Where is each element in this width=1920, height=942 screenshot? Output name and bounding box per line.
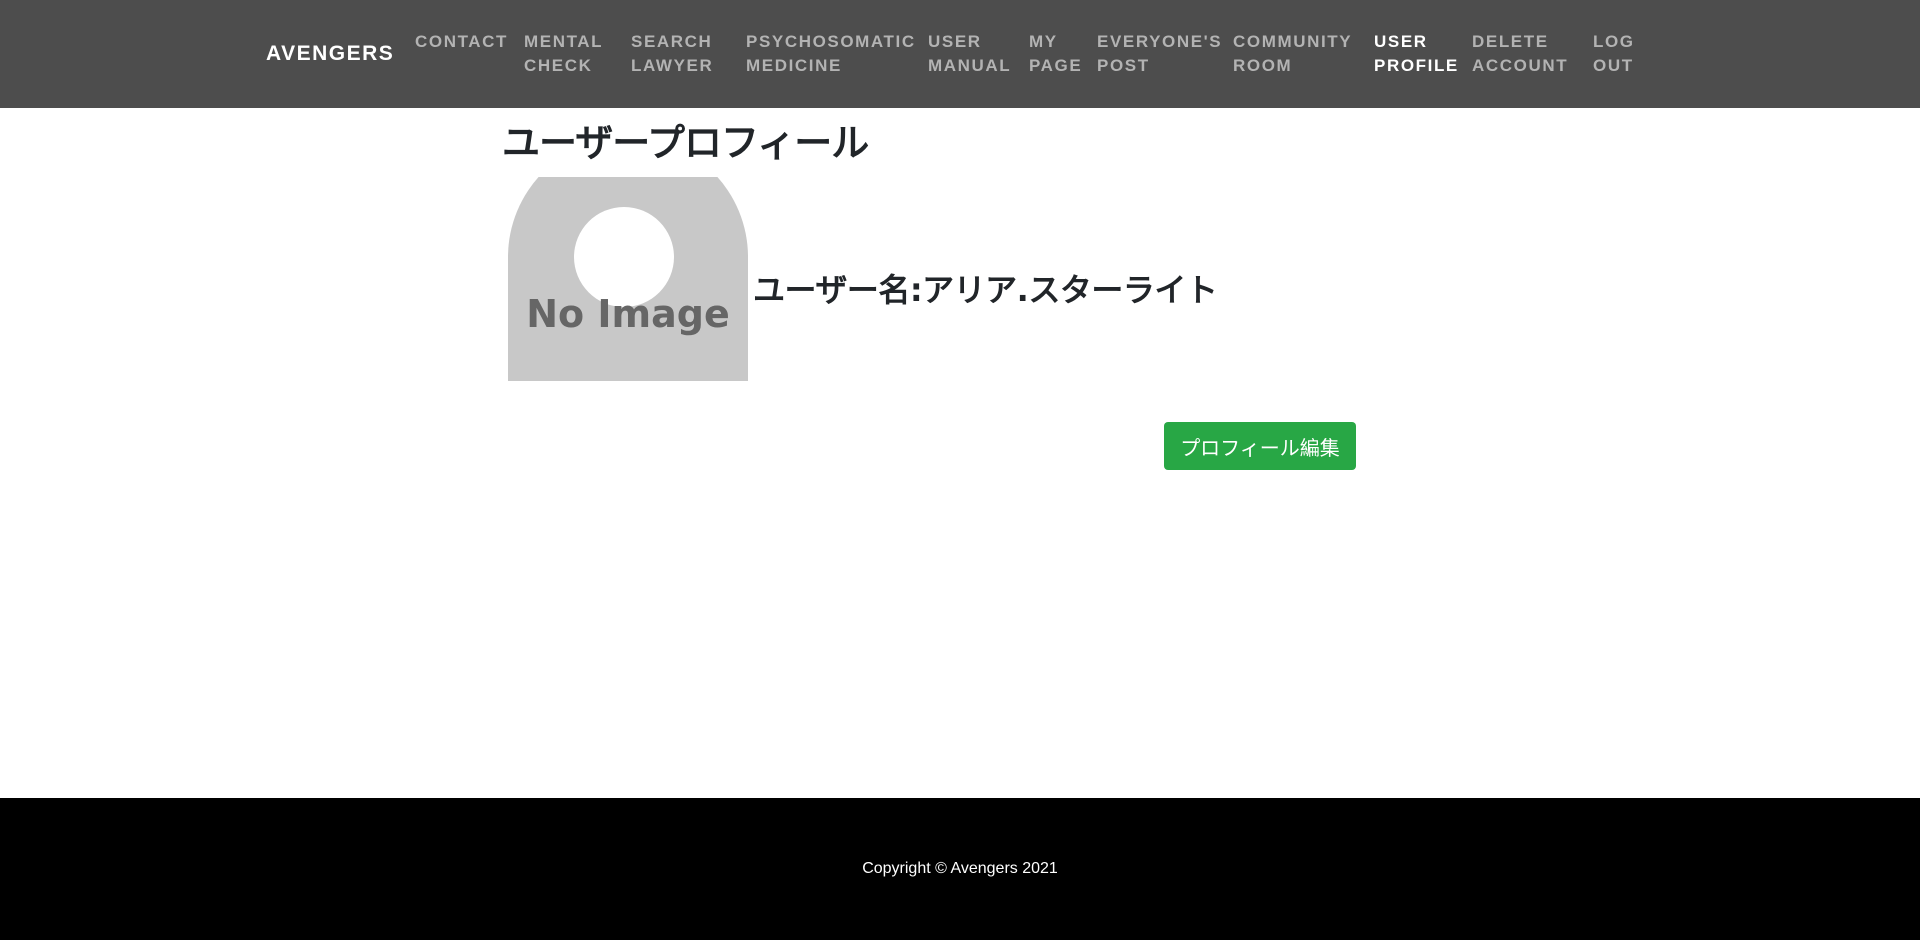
- nav-contact-label-1: CONTACT: [415, 32, 509, 51]
- nav-search-lawyer-label-2: LAWYER: [631, 56, 714, 75]
- footer: Copyright © Avengers 2021: [0, 798, 1920, 940]
- copyright-text: Copyright © Avengers 2021: [862, 860, 1058, 877]
- nav-community-room-label-1: COMMUNITY: [1233, 32, 1353, 51]
- nav-my-page-label-1: MY: [1029, 32, 1058, 51]
- no-image-avatar-icon: No Image: [508, 177, 748, 381]
- brand-link[interactable]: AVENGERS: [266, 42, 394, 66]
- nav-psychosomatic-medicine[interactable]: PSYCHOSOMATIC MEDICINE: [746, 30, 916, 78]
- nav-mental-check[interactable]: MENTAL CHECK: [524, 30, 603, 78]
- nav-user-profile-label-2: PROFILE: [1374, 56, 1459, 75]
- nav-mental-check-label-2: CHECK: [524, 56, 593, 75]
- nav-user-manual-label-2: MANUAL: [928, 56, 1012, 75]
- nav-delete-account-label-1: DELETE: [1472, 32, 1549, 51]
- nav-everyones-post-label-2: POST: [1097, 56, 1150, 75]
- nav-search-lawyer-label-1: SEARCH: [631, 32, 713, 51]
- nav-mental-check-label-1: MENTAL: [524, 32, 604, 51]
- page-title: ユーザープロフィール: [502, 121, 869, 165]
- nav-user-profile-label-1: USER: [1374, 32, 1428, 51]
- username: ユーザー名:アリア.スターライト: [753, 271, 1218, 309]
- nav-community-room-label-2: ROOM: [1233, 56, 1293, 75]
- top-navbar: AVENGERS CONTACT MENTAL CHECK SEARCH LAW…: [0, 0, 1920, 108]
- edit-profile-button[interactable]: プロフィール編集: [1164, 422, 1356, 470]
- nav-delete-account-label-2: ACCOUNT: [1472, 56, 1569, 75]
- nav-user-manual[interactable]: USER MANUAL: [928, 30, 1011, 78]
- nav-psychosomatic-medicine-label-2: MEDICINE: [746, 56, 842, 75]
- nav-community-room[interactable]: COMMUNITY ROOM: [1233, 30, 1352, 78]
- nav-delete-account[interactable]: DELETE ACCOUNT: [1472, 30, 1568, 78]
- avatar-text: No Image: [526, 292, 730, 336]
- nav-log-out-label-1: LOG: [1593, 32, 1635, 51]
- nav-log-out-label-2: OUT: [1593, 56, 1634, 75]
- nav-my-page-label-2: PAGE: [1029, 56, 1083, 75]
- nav-log-out[interactable]: LOG OUT: [1593, 30, 1635, 78]
- nav-user-profile[interactable]: USER PROFILE: [1374, 30, 1459, 78]
- nav-user-manual-label-1: USER: [928, 32, 982, 51]
- nav-my-page[interactable]: MY PAGE: [1029, 30, 1082, 78]
- nav-contact[interactable]: CONTACT: [415, 30, 508, 54]
- nav-psychosomatic-medicine-label-1: PSYCHOSOMATIC: [746, 32, 916, 51]
- nav-everyones-post-label-1: EVERYONE'S: [1097, 32, 1223, 51]
- nav-search-lawyer[interactable]: SEARCH LAWYER: [631, 30, 713, 78]
- nav-everyones-post[interactable]: EVERYONE'S POST: [1097, 30, 1222, 78]
- page: AVENGERS CONTACT MENTAL CHECK SEARCH LAW…: [0, 0, 1920, 942]
- avatar: No Image: [508, 177, 748, 381]
